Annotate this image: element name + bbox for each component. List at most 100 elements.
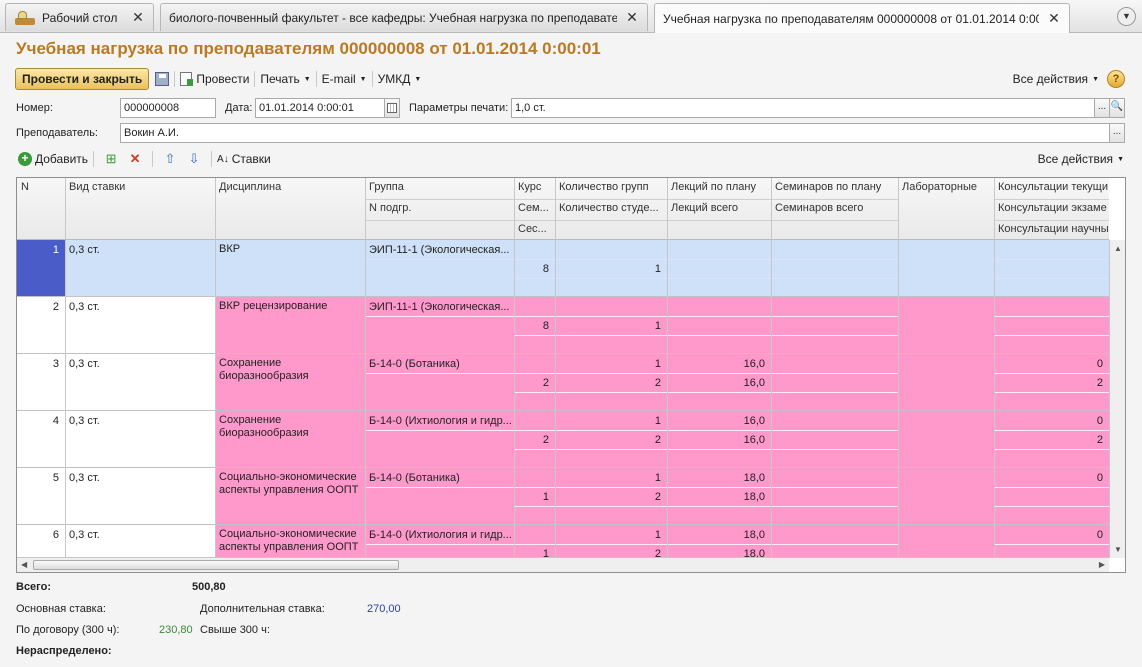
umkd-menu[interactable]: УМКД ▼ — [378, 72, 422, 86]
table-cell[interactable]: Б-14-0 (Ихтиология и гидр... — [369, 414, 512, 430]
table-cell[interactable]: 6 — [21, 528, 63, 544]
column-header[interactable]: Группа — [365, 178, 514, 199]
discipline-cell[interactable]: Социально-экономические аспекты управлен… — [219, 471, 361, 522]
table-cell[interactable] — [671, 262, 769, 278]
table-cell[interactable]: 0,3 ст. — [69, 300, 213, 316]
table-cell[interactable] — [998, 490, 1107, 506]
post-and-close-button[interactable]: Провести и закрыть — [15, 68, 150, 90]
column-header[interactable]: Количество студе... — [555, 199, 667, 220]
column-header[interactable]: Консультации текущи — [994, 178, 1109, 199]
number-field[interactable]: 000000008 — [120, 98, 216, 118]
tab-department-list[interactable]: биолого-почвенный факультет - все кафедр… — [160, 3, 648, 31]
table-cell[interactable]: 8 — [518, 319, 553, 335]
table-cell[interactable]: 0,3 ст. — [69, 243, 213, 259]
date-field[interactable]: 01.01.2014 0:00:01 — [255, 98, 385, 118]
help-icon[interactable]: ? — [1107, 70, 1125, 88]
column-header[interactable]: Консультации научны — [994, 220, 1109, 241]
print-params-field[interactable]: 1,0 ст. — [511, 98, 1095, 118]
tab-menu-chevron-icon[interactable]: ▼ — [1117, 7, 1136, 26]
table-cell[interactable] — [559, 243, 665, 259]
table-cell[interactable]: 2 — [559, 490, 665, 506]
table-cell[interactable]: 0,3 ст. — [69, 528, 213, 544]
discipline-cell[interactable]: Сохранение биоразнообразия — [219, 357, 361, 408]
table-cell[interactable] — [671, 243, 769, 259]
table-cell[interactable]: 1 — [559, 262, 665, 278]
table-cell[interactable]: 5 — [21, 471, 63, 487]
table-cell[interactable]: 2 — [518, 376, 553, 392]
table-cell[interactable]: ЭИП-11-1 (Экологическая... — [369, 243, 512, 259]
table-cell[interactable]: Б-14-0 (Ботаника) — [369, 471, 512, 487]
table-cell[interactable]: 16,0 — [671, 357, 769, 373]
column-header[interactable]: Дисциплина — [215, 178, 365, 199]
column-header[interactable]: Курс — [514, 178, 555, 199]
column-header[interactable]: Семинаров по плану — [771, 178, 898, 199]
table-cell[interactable]: 3 — [21, 357, 63, 373]
table-cell[interactable]: 16,0 — [671, 433, 769, 449]
table-cell[interactable] — [998, 300, 1107, 316]
table-cell[interactable]: 2 — [559, 433, 665, 449]
table-cell[interactable]: 2 — [998, 433, 1107, 449]
table-cell[interactable]: 0,3 ст. — [69, 471, 213, 487]
table-cell[interactable]: 1 — [518, 490, 553, 506]
table-cell[interactable]: 16,0 — [671, 376, 769, 392]
move-up-icon[interactable]: ⇧ — [163, 151, 177, 166]
column-header[interactable]: Лекций всего — [667, 199, 771, 220]
scroll-thumb[interactable] — [33, 560, 399, 570]
scroll-left-icon[interactable]: ◀ — [21, 560, 27, 569]
column-header[interactable]: N — [17, 178, 65, 199]
tab-desktop[interactable]: Рабочий стол ✕ — [5, 3, 154, 31]
table-cell[interactable]: Б-14-0 (Ихтиология и гидр... — [369, 528, 512, 544]
close-icon[interactable]: ✕ — [131, 9, 145, 26]
table-cell[interactable]: 18,0 — [671, 528, 769, 544]
select-button[interactable]: ... — [1094, 98, 1110, 118]
print-menu[interactable]: Печать ▼ — [260, 72, 310, 86]
column-header[interactable]: Лекций по плану — [667, 178, 771, 199]
rates-button[interactable]: A↓ Ставки — [217, 152, 271, 166]
column-header[interactable]: Консультации экзаме — [994, 199, 1109, 220]
table-cell[interactable]: 1 — [559, 319, 665, 335]
table-cell[interactable]: 0 — [998, 471, 1107, 487]
horizontal-scrollbar[interactable]: ◀ ▶ — [17, 557, 1109, 572]
search-icon[interactable]: 🔍 — [1109, 98, 1125, 118]
column-header[interactable]: Лабораторные — [898, 178, 994, 199]
discipline-cell[interactable]: ВКР рецензирование — [219, 300, 361, 351]
column-header[interactable]: Количество групп — [555, 178, 667, 199]
table-cell[interactable]: 0 — [998, 357, 1107, 373]
table-cell[interactable]: 16,0 — [671, 414, 769, 430]
table-cell[interactable] — [559, 300, 665, 316]
table-cell[interactable]: 18,0 — [671, 490, 769, 506]
table-cell[interactable]: 1 — [559, 414, 665, 430]
add-row-button[interactable]: + Добавить — [18, 152, 88, 166]
scroll-up-icon[interactable]: ▲ — [1114, 244, 1122, 253]
discipline-cell[interactable]: ВКР — [219, 243, 361, 294]
tab-document[interactable]: Учебная нагрузка по преподавателям 00000… — [654, 3, 1070, 33]
table-cell[interactable]: 2 — [21, 300, 63, 316]
table-cell[interactable] — [998, 262, 1107, 278]
table-cell[interactable]: 1 — [559, 471, 665, 487]
column-header[interactable]: Вид ставки — [65, 178, 215, 199]
email-menu[interactable]: E-mail ▼ — [322, 72, 367, 86]
all-actions-menu[interactable]: Все действия ▼ — [1013, 72, 1099, 86]
table-cell[interactable]: Б-14-0 (Ботаника) — [369, 357, 512, 373]
table-cell[interactable]: 4 — [21, 414, 63, 430]
close-icon[interactable]: ✕ — [625, 9, 639, 26]
delete-row-icon[interactable]: ✕ — [128, 151, 142, 166]
table-cell[interactable]: 1 — [559, 528, 665, 544]
move-down-icon[interactable]: ⇩ — [187, 151, 201, 166]
column-header[interactable]: Сем... — [514, 199, 555, 220]
table-cell[interactable]: 2 — [559, 376, 665, 392]
scroll-down-icon[interactable]: ▼ — [1114, 545, 1122, 554]
teacher-field[interactable]: Вокин А.И. — [120, 123, 1110, 143]
table-cell[interactable]: 0 — [998, 528, 1107, 544]
table-all-actions-menu[interactable]: Все действия ▼ — [1038, 152, 1124, 166]
table-cell[interactable]: 2 — [998, 376, 1107, 392]
table-cell[interactable]: 1 — [559, 357, 665, 373]
calendar-button[interactable] — [384, 98, 400, 118]
discipline-cell[interactable]: Сохранение биоразнообразия — [219, 414, 361, 465]
copy-row-icon[interactable]: ⊞ — [104, 151, 118, 166]
table-cell[interactable] — [998, 319, 1107, 335]
scroll-right-icon[interactable]: ▶ — [1099, 560, 1105, 569]
table-cell[interactable] — [671, 300, 769, 316]
select-teacher-button[interactable]: ... — [1109, 123, 1125, 143]
table-cell[interactable]: 18,0 — [671, 471, 769, 487]
